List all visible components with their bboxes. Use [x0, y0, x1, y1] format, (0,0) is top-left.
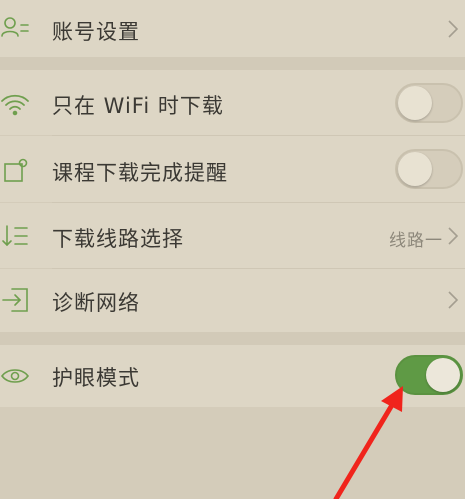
download-complete-reminder-label: 课程下载完成提醒: [52, 161, 228, 185]
chevron-right-icon: [447, 226, 459, 246]
download-list-icon: [0, 221, 30, 251]
eye-icon: [0, 361, 30, 391]
download-route-value: 线路一: [389, 231, 443, 251]
chevron-right-icon: [447, 19, 459, 39]
wifi-only-download-row: 只在 WiFi 时下载: [0, 70, 465, 135]
toggle-knob: [398, 152, 432, 186]
section-separator: [0, 57, 465, 70]
enter-icon: [0, 285, 30, 315]
eye-care-mode-label: 护眼模式: [52, 366, 140, 390]
eye-care-mode-row: 护眼模式: [0, 345, 465, 407]
download-complete-reminder-row: 课程下载完成提醒: [0, 136, 465, 202]
eye-care-mode-toggle[interactable]: [395, 355, 463, 395]
network-diagnosis-label: 诊断网络: [52, 291, 140, 315]
wifi-only-download-toggle[interactable]: [395, 83, 463, 123]
toggle-knob: [426, 358, 460, 392]
network-diagnosis-row[interactable]: 诊断网络: [0, 269, 465, 332]
person-list-icon: [0, 13, 30, 43]
toggle-knob: [398, 86, 432, 120]
wifi-only-download-label: 只在 WiFi 时下载: [52, 94, 224, 118]
account-settings-row[interactable]: 账号设置: [0, 0, 465, 57]
download-route-label: 下载线路选择: [52, 227, 184, 251]
section-separator: [0, 332, 465, 345]
download-route-row[interactable]: 下载线路选择 线路一: [0, 203, 465, 268]
wifi-icon: [0, 90, 30, 120]
notification-icon: [0, 156, 30, 186]
download-complete-reminder-toggle[interactable]: [395, 149, 463, 189]
account-settings-label: 账号设置: [52, 20, 140, 44]
chevron-right-icon: [447, 290, 459, 310]
